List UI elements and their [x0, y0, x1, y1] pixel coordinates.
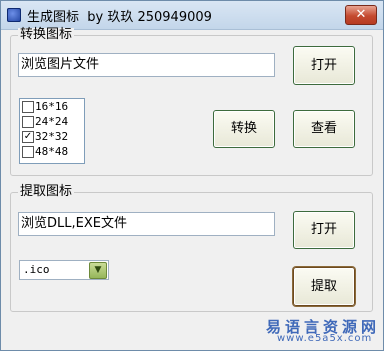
format-select-value: .ico: [23, 263, 50, 276]
extract-group-label: 提取图标: [18, 184, 75, 199]
convert-path-field[interactable]: 浏览图片文件: [18, 53, 275, 77]
size-label-16: 16*16: [35, 100, 69, 113]
size-label-48: 48*48: [35, 145, 69, 158]
watermark-url: www.e5a5x.com: [277, 333, 373, 344]
extract-open-button[interactable]: 打开: [293, 211, 355, 249]
size-checkbox-16[interactable]: [22, 101, 34, 113]
size-option-24[interactable]: 24*24: [20, 114, 84, 129]
extract-button[interactable]: 提取: [293, 267, 355, 306]
size-option-32[interactable]: ✓ 32*32: [20, 129, 84, 144]
size-option-16[interactable]: 16*16: [20, 99, 84, 114]
title-bar[interactable]: 生成图标 by 玖玖 250949009 ✕: [1, 1, 383, 30]
convert-open-button[interactable]: 打开: [293, 46, 355, 85]
size-checkbox-32[interactable]: ✓: [22, 131, 34, 143]
format-select[interactable]: .ico ▼: [19, 260, 109, 280]
chevron-down-icon[interactable]: ▼: [89, 262, 107, 279]
size-checkbox-24[interactable]: [22, 116, 34, 128]
convert-button[interactable]: 转换: [213, 110, 275, 148]
extract-path-field[interactable]: 浏览DLL,EXE文件: [18, 212, 275, 236]
app-window: 生成图标 by 玖玖 250949009 ✕ 转换图标 浏览图片文件 打开 16…: [0, 0, 384, 351]
app-icon: [7, 8, 21, 22]
size-label-24: 24*24: [35, 115, 69, 128]
size-option-48[interactable]: 48*48: [20, 144, 84, 159]
view-button[interactable]: 查看: [293, 110, 355, 148]
size-checkbox-48[interactable]: [22, 146, 34, 158]
convert-group-label: 转换图标: [18, 27, 75, 42]
size-list[interactable]: 16*16 24*24 ✓ 32*32 48*48: [19, 98, 85, 164]
close-button[interactable]: ✕: [345, 5, 377, 25]
window-title: 生成图标 by 玖玖 250949009: [27, 10, 212, 25]
size-label-32: 32*32: [35, 130, 69, 143]
